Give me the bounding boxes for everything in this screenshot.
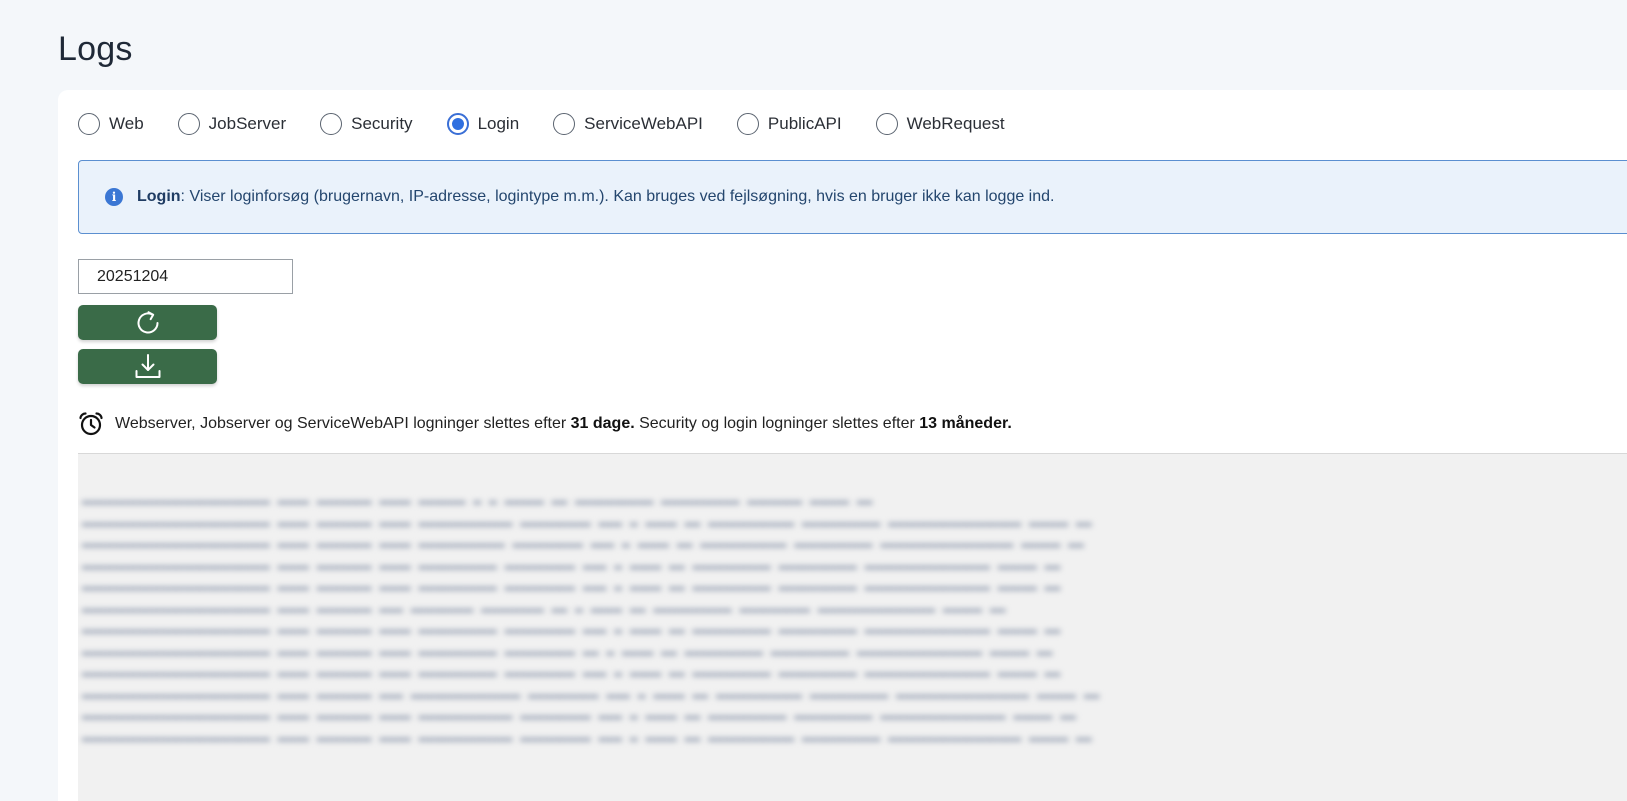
retention-notice: Webserver, Jobserver og ServiceWebAPI lo… [78,409,1012,439]
info-description: : Viser loginforsøg (brugernavn, IP-adre… [180,188,1055,205]
log-type-radio-group: Web JobServer Security Login ServiceWebA… [78,110,1039,138]
radio-login[interactable]: Login [446,113,520,135]
alarm-clock-icon [79,412,103,436]
radio-security[interactable]: Security [320,113,413,135]
date-filter-input[interactable] [78,259,293,294]
retention-web-period: 31 dage. [570,415,635,432]
download-button[interactable] [78,349,217,384]
info-title: Login [137,188,181,205]
radio-webrequest[interactable]: WebRequest [875,113,1005,135]
radio-label-security: Security [351,114,413,133]
retention-text: Webserver, Jobserver og ServiceWebAPI lo… [115,415,1012,433]
radio-button-security[interactable] [320,113,343,135]
radio-label-webrequest: WebRequest [906,114,1005,133]
radio-label-web: Web [109,114,144,133]
log-type-info-box: i Login: Viser loginforsøg (brugernavn, … [78,160,1627,234]
radio-button-jobserver[interactable] [177,113,200,135]
info-icon: i [105,188,123,206]
radio-label-publicapi: PublicAPI [767,114,842,133]
radio-button-publicapi[interactable] [736,113,759,135]
retention-text-part2: Security og login logninger slettes efte… [634,415,920,432]
radio-button-login[interactable] [446,113,469,135]
radio-label-servicewebapi: ServiceWebAPI [584,114,703,133]
radio-button-webrequest[interactable] [875,113,898,135]
page-title: Logs [58,30,133,68]
refresh-button[interactable] [78,305,217,340]
download-icon [135,353,160,378]
radio-publicapi[interactable]: PublicAPI [736,113,842,135]
radio-label-jobserver: JobServer [208,114,287,133]
radio-label-login: Login [477,114,520,133]
log-output[interactable]: ▬▬▬▬▬▬▬▬▬▬▬▬▬▬▬▬▬▬▬▬▬▬▬▬ ▬▬▬▬ ▬▬▬▬▬▬▬ ▬▬… [78,453,1627,801]
log-lines-blurred: ▬▬▬▬▬▬▬▬▬▬▬▬▬▬▬▬▬▬▬▬▬▬▬▬ ▬▬▬▬ ▬▬▬▬▬▬▬ ▬▬… [82,495,1100,747]
radio-servicewebapi[interactable]: ServiceWebAPI [553,113,703,135]
radio-button-servicewebapi[interactable] [553,113,576,135]
retention-security-period: 13 måneder. [919,415,1012,432]
logs-card: Web JobServer Security Login ServiceWebA… [58,90,1627,801]
radio-jobserver[interactable]: JobServer [177,113,287,135]
retention-text-part1: Webserver, Jobserver og ServiceWebAPI lo… [115,415,571,432]
info-text: Login: Viser loginforsøg (brugernavn, IP… [137,188,1054,206]
radio-button-web[interactable] [78,113,100,135]
radio-web[interactable]: Web [78,113,144,135]
refresh-icon [137,310,158,333]
